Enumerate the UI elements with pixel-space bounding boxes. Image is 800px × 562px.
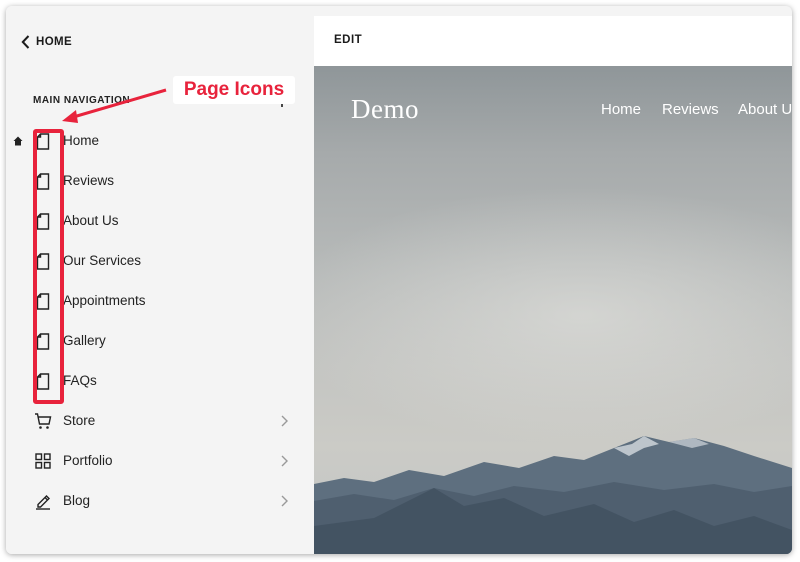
- sidebar-item-label: Our Services: [63, 253, 142, 268]
- edit-toolbar: EDIT: [314, 16, 792, 66]
- chevron-right-icon: [281, 415, 288, 427]
- sidebar-item-blog[interactable]: Blog: [6, 481, 308, 521]
- cloud-layer: [314, 186, 792, 446]
- chevron-right-icon: [281, 455, 288, 467]
- sidebar-item-label: Portfolio: [63, 453, 113, 468]
- sidebar-item-label: Gallery: [63, 333, 106, 348]
- sidebar-item-store[interactable]: Store: [6, 401, 308, 441]
- page-icons-callout: Page Icons: [173, 76, 295, 104]
- pen-icon: [34, 492, 52, 510]
- chevron-right-icon: [281, 495, 288, 507]
- sidebar-item-label: About Us: [63, 213, 119, 228]
- site-preview[interactable]: Demo Home Reviews About Us: [314, 66, 792, 554]
- cart-icon: [34, 412, 52, 430]
- sidebar-item-portfolio[interactable]: Portfolio: [6, 441, 308, 481]
- sidebar-item-label: Blog: [63, 493, 91, 508]
- mountain-image: [314, 436, 792, 554]
- sidebar-item-label: Store: [63, 413, 96, 428]
- sidebar-item-label: Appointments: [63, 293, 146, 308]
- page-icons-highlight: [33, 129, 64, 404]
- sidebar-item-label: FAQs: [63, 373, 97, 388]
- edit-button[interactable]: EDIT: [334, 34, 362, 46]
- app-window: HOME MAIN NAVIGATION Home Reviews About …: [6, 6, 792, 554]
- site-nav-home[interactable]: Home: [601, 101, 641, 118]
- site-nav-about-us[interactable]: About Us: [738, 101, 792, 118]
- sidebar-item-label: Reviews: [63, 173, 115, 188]
- grid-icon: [34, 452, 52, 470]
- site-nav-reviews[interactable]: Reviews: [662, 101, 719, 118]
- site-navigation: Home Reviews About Us: [314, 101, 792, 121]
